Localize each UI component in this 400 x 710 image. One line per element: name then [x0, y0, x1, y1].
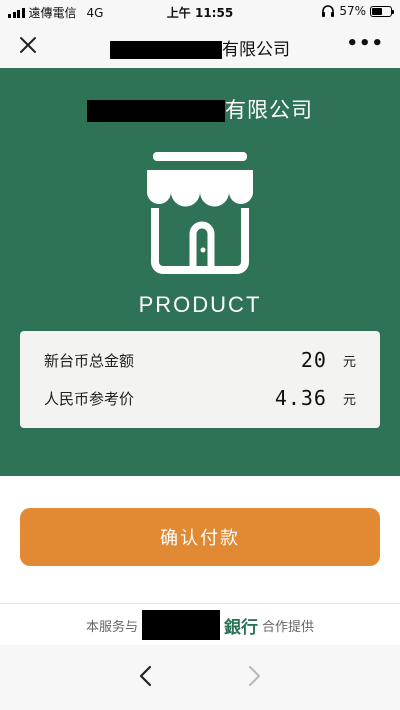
merchant-name-suffix: 有限公司 — [225, 98, 313, 122]
product-label: PRODUCT — [138, 292, 262, 317]
status-right: 57% — [321, 4, 394, 18]
storefront-icon — [147, 152, 253, 274]
redacted-name — [142, 610, 220, 640]
merchant-header: 有限公司 PRODUCT 新台币总金额 20 元 人民币参考价 4.36 元 — [0, 68, 400, 476]
battery-fill — [372, 7, 383, 15]
nav-bar: 有限公司 ••• — [0, 22, 400, 68]
page-title-suffix: 有限公司 — [222, 40, 290, 60]
browser-toolbar — [0, 645, 400, 710]
provider-footer: 本服务与 銀行 合作提供 — [0, 608, 400, 642]
amount-card: 新台币总金额 20 元 人民币参考价 4.36 元 — [20, 331, 380, 428]
amount-value: 4.36 — [274, 386, 327, 410]
redacted-name — [110, 41, 222, 59]
redacted-name — [87, 100, 225, 122]
currency-unit: 元 — [342, 392, 356, 408]
more-button[interactable]: ••• — [346, 33, 384, 54]
amount-label: 人民币参考价 — [44, 389, 135, 408]
amount-row-cny: 人民币参考价 4.36 元 — [44, 386, 356, 410]
divider — [0, 603, 400, 604]
merchant-name: 有限公司 — [0, 94, 400, 124]
footer-prefix: 本服务与 — [85, 619, 138, 635]
amount-label: 新台币总金额 — [44, 351, 135, 370]
battery-icon — [370, 5, 394, 17]
status-bar: 遠傳電信 4G 上午 11:55 57% — [0, 0, 400, 22]
footer-suffix: 合作提供 — [262, 619, 315, 635]
forward-arrow-icon[interactable] — [240, 663, 266, 689]
back-arrow-icon[interactable] — [134, 663, 160, 689]
bank-name: 銀行 — [224, 617, 258, 638]
currency-unit: 元 — [342, 354, 356, 370]
battery-percent: 57% — [339, 4, 366, 18]
amount-value: 20 — [300, 348, 327, 372]
page-title: 有限公司 — [0, 35, 400, 60]
confirm-payment-button[interactable]: 确认付款 — [20, 508, 380, 566]
amount-row-twd: 新台币总金额 20 元 — [44, 348, 356, 372]
headphones-icon — [322, 5, 335, 17]
